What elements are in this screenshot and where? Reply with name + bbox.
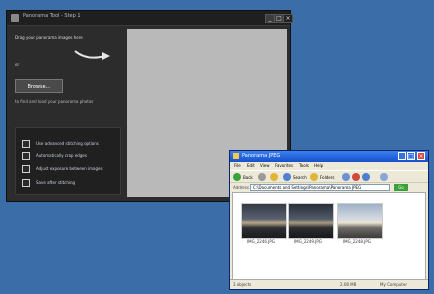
address-bar: Address C:\Documents and Settings\Panora… (230, 182, 428, 192)
undo-icon[interactable] (362, 173, 370, 181)
menu-bar: File Edit View Favorites Tools Help (230, 162, 428, 170)
file-name[interactable]: IMG_2249.JPG (294, 239, 322, 244)
explorer-close-button[interactable]: × (417, 152, 425, 160)
address-label: Address (233, 185, 249, 190)
status-zone: My Computer (380, 282, 407, 287)
app-logo-icon (11, 14, 19, 22)
folders-button-label[interactable]: Folders (320, 175, 334, 180)
up-folder-icon[interactable] (270, 173, 278, 181)
move-to-icon[interactable] (342, 173, 350, 181)
explorer-minimize-button[interactable]: _ (398, 152, 406, 160)
menu-tools[interactable]: Tools (299, 163, 309, 168)
menu-favorites[interactable]: Favorites (275, 163, 293, 168)
option-label: Save after stitching (36, 180, 76, 185)
explorer-title: Panorama JPEG (242, 153, 281, 159)
option-label: Use advanced stitching options (36, 141, 99, 146)
status-text: 3 objects (233, 282, 252, 287)
status-bar: 3 objects 2.08 MB My Computer (230, 279, 428, 289)
option-label: Automatically crop edges (36, 153, 87, 158)
drag-instruction: Drag your panorama images here (15, 35, 83, 40)
option-label: Adjust exposure between images (36, 166, 103, 171)
file-name[interactable]: IMG_2246.JPG (247, 239, 275, 244)
search-button-label[interactable]: Search (293, 175, 307, 180)
explorer-window: Panorama JPEG _ □ × File Edit View Favor… (229, 150, 429, 290)
file-name[interactable]: IMG_2248.JPG (343, 239, 371, 244)
option-checkbox[interactable] (22, 152, 30, 160)
image-thumbnail[interactable] (337, 203, 383, 239)
menu-edit[interactable]: Edit (247, 163, 255, 168)
delete-icon[interactable] (352, 173, 360, 181)
option-checkbox[interactable] (22, 165, 30, 173)
image-thumbnail[interactable] (288, 203, 334, 239)
file-list: IMG_2246.JPG IMG_2249.JPG IMG_2248.JPG (232, 192, 426, 280)
menu-file[interactable]: File (234, 163, 241, 168)
search-icon[interactable] (283, 173, 291, 181)
arrow-right-icon (74, 50, 110, 60)
app-title: Panorama Tool - Step 1 (23, 13, 81, 19)
back-arrow-icon[interactable] (233, 173, 241, 181)
status-size: 2.08 MB (340, 282, 357, 287)
folders-icon[interactable] (310, 173, 318, 181)
options-panel: Use advanced stitching options Automatic… (15, 127, 121, 195)
option-checkbox[interactable] (22, 179, 30, 187)
forward-arrow-icon[interactable] (258, 173, 266, 181)
views-icon[interactable] (380, 173, 388, 181)
explorer-titlebar[interactable]: Panorama JPEG _ □ × (230, 151, 428, 162)
explorer-maximize-button[interactable]: □ (407, 152, 415, 160)
browse-hint: to find and load your panorama photos (15, 99, 94, 104)
image-thumbnail[interactable] (241, 203, 287, 239)
address-field[interactable]: C:\Documents and Settings\Panorama\Panor… (250, 184, 390, 191)
app-titlebar[interactable]: Panorama Tool - Step 1 _ □ × (7, 11, 293, 26)
option-checkbox[interactable] (22, 140, 30, 148)
close-button[interactable]: × (283, 14, 293, 23)
menu-help[interactable]: Help (314, 163, 323, 168)
or-label: or (15, 62, 20, 67)
go-button[interactable]: Go (394, 184, 408, 191)
back-button-label[interactable]: Back (243, 175, 253, 180)
menu-view[interactable]: View (260, 163, 270, 168)
browse-button[interactable]: Browse... (15, 79, 63, 93)
folder-icon (233, 153, 239, 159)
